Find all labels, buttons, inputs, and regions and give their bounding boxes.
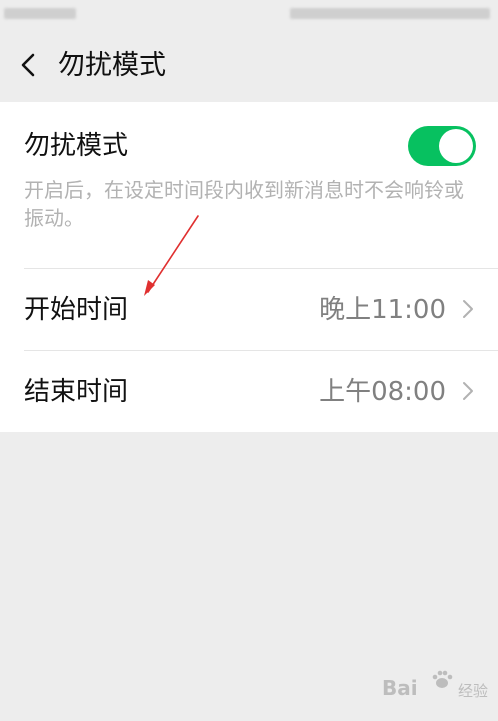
start-time-value: 晚上11:00 — [319, 295, 446, 325]
divider — [24, 350, 498, 351]
start-time-row[interactable]: 开始时间 晚上11:00 — [0, 268, 498, 350]
page-title: 勿扰模式 — [58, 50, 166, 81]
end-time-value: 上午08:00 — [319, 377, 446, 407]
dnd-description: 开启后，在设定时间段内收到新消息时不会响铃或振动。 — [24, 178, 464, 230]
toggle-knob — [439, 129, 473, 163]
status-carrier-blur — [4, 8, 76, 19]
settings-card: 勿扰模式 开启后，在设定时间段内收到新消息时不会响铃或振动。 开始时间 晚上11… — [0, 102, 498, 432]
watermark-text: Bai — [382, 676, 418, 700]
status-icons-blur — [290, 8, 490, 19]
chevron-right-icon — [463, 382, 473, 400]
watermark-subtext: 经验 — [458, 682, 489, 700]
nav-bar: 勿扰模式 — [0, 30, 498, 102]
dnd-toggle[interactable] — [408, 126, 476, 166]
start-time-label: 开始时间 — [24, 295, 129, 325]
end-time-row[interactable]: 结束时间 上午08:00 — [0, 350, 498, 432]
annotation-arrow — [144, 215, 199, 296]
paw-icon — [432, 670, 453, 688]
chevron-right-icon — [463, 300, 473, 318]
end-time-label: 结束时间 — [24, 377, 129, 407]
status-bar — [0, 0, 498, 30]
divider — [24, 268, 498, 269]
dnd-label: 勿扰模式 — [24, 131, 129, 161]
watermark-logo: Bai 经验 — [382, 668, 492, 708]
chevron-left-icon[interactable] — [14, 50, 44, 80]
